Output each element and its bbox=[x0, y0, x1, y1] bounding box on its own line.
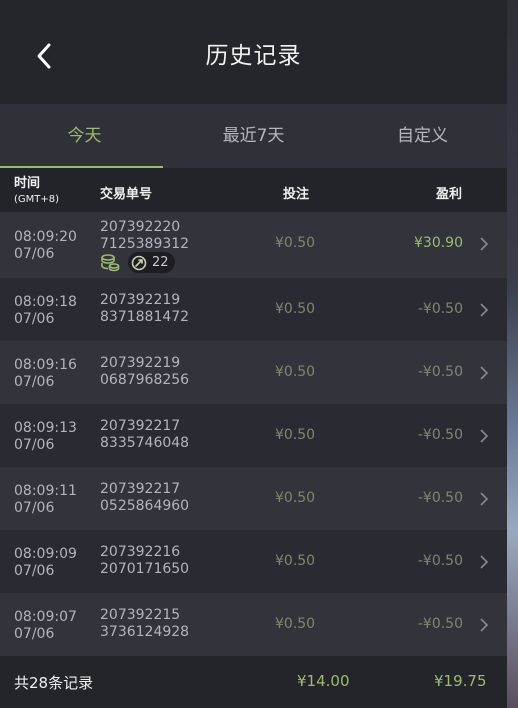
record-order-line1: 207392219 bbox=[100, 292, 181, 308]
record-time-value: 08:09:18 bbox=[14, 294, 77, 310]
record-row[interactable]: 08:09:07 07/06 207392215 3736124928 ¥0.5… bbox=[0, 593, 507, 656]
free-spin-badge: 22 bbox=[128, 252, 175, 273]
record-row[interactable]: 08:09:20 07/06 207392220 7125389312 22 ¥… bbox=[0, 212, 507, 278]
record-order-line1: 207392217 bbox=[100, 481, 181, 497]
record-date-value: 07/06 bbox=[14, 563, 55, 579]
record-date-value: 07/06 bbox=[14, 311, 55, 327]
record-date-value: 07/06 bbox=[14, 500, 55, 516]
record-order: 207392215 3736124928 bbox=[100, 607, 189, 641]
record-date-value: 07/06 bbox=[14, 626, 55, 642]
refresh-icon bbox=[131, 255, 147, 270]
record-order: 207392219 0687968256 bbox=[100, 355, 189, 389]
record-profit: -¥0.50 bbox=[417, 301, 463, 317]
record-date-value: 07/06 bbox=[14, 374, 55, 390]
history-panel: 历史记录 今天 最近7天 自定义 时间 (GMT+8) 交易单号 投注 盈利 0… bbox=[0, 0, 507, 708]
total-records-label: 共28条记录 bbox=[14, 674, 94, 692]
total-bet: ¥14.00 bbox=[297, 672, 350, 690]
coins-icon bbox=[101, 253, 120, 271]
page-title: 历史记录 bbox=[205, 43, 302, 69]
record-bet: ¥0.50 bbox=[275, 364, 316, 380]
record-row[interactable]: 08:09:09 07/06 207392216 2070171650 ¥0.5… bbox=[0, 530, 507, 593]
record-profit: -¥0.50 bbox=[417, 490, 463, 506]
record-bet: ¥0.50 bbox=[275, 301, 316, 317]
column-bet: 投注 bbox=[283, 187, 310, 202]
record-time-value: 08:09:09 bbox=[14, 546, 77, 562]
record-order-line2: 0525864960 bbox=[100, 498, 190, 514]
record-profit: ¥30.90 bbox=[414, 235, 463, 251]
record-order: 207392220 7125389312 bbox=[100, 219, 189, 253]
record-order-line1: 207392216 bbox=[100, 544, 181, 560]
record-bet: ¥0.50 bbox=[275, 427, 316, 443]
record-row[interactable]: 08:09:13 07/06 207392217 8335746048 ¥0.5… bbox=[0, 404, 507, 467]
record-time: 08:09:20 07/06 bbox=[14, 229, 77, 263]
record-order-line2: 8371881472 bbox=[100, 309, 190, 325]
record-bet: ¥0.50 bbox=[275, 235, 316, 251]
record-order-line2: 2070171650 bbox=[100, 561, 190, 577]
record-time-value: 08:09:11 bbox=[14, 483, 77, 499]
background-edge bbox=[507, 0, 518, 708]
record-date-value: 07/06 bbox=[14, 437, 55, 453]
record-order: 207392216 2070171650 bbox=[100, 544, 189, 578]
record-time-value: 08:09:20 bbox=[14, 229, 77, 245]
column-profit: 盈利 bbox=[436, 187, 463, 202]
record-icons: 22 bbox=[100, 252, 175, 273]
record-order-line1: 207392217 bbox=[100, 418, 181, 434]
record-time: 08:09:09 07/06 bbox=[14, 546, 77, 580]
tab-bar: 今天 最近7天 自定义 bbox=[0, 104, 507, 168]
record-row[interactable]: 08:09:16 07/06 207392219 0687968256 ¥0.5… bbox=[0, 341, 507, 404]
chevron-right-icon bbox=[480, 492, 489, 506]
record-time: 08:09:07 07/06 bbox=[14, 609, 77, 643]
record-time: 08:09:18 07/06 bbox=[14, 294, 77, 328]
record-date-value: 07/06 bbox=[14, 246, 55, 262]
record-row[interactable]: 08:09:11 07/06 207392217 0525864960 ¥0.5… bbox=[0, 467, 507, 530]
tab-custom[interactable]: 自定义 bbox=[338, 104, 507, 168]
column-time-label: 时间 bbox=[14, 176, 41, 191]
chevron-right-icon bbox=[480, 237, 489, 251]
record-time: 08:09:16 07/06 bbox=[14, 357, 77, 391]
record-order: 207392217 8335746048 bbox=[100, 418, 189, 452]
record-bet: ¥0.50 bbox=[275, 553, 316, 569]
record-bet: ¥0.50 bbox=[275, 490, 316, 506]
record-time-value: 08:09:13 bbox=[14, 420, 77, 436]
record-time: 08:09:13 07/06 bbox=[14, 420, 77, 454]
chevron-right-icon bbox=[480, 618, 489, 632]
record-order-line2: 3736124928 bbox=[100, 624, 190, 640]
column-order: 交易单号 bbox=[100, 187, 153, 202]
record-time-value: 08:09:07 bbox=[14, 609, 77, 625]
column-header: 时间 (GMT+8) 交易单号 投注 盈利 bbox=[0, 168, 507, 212]
summary-footer: 共28条记录 ¥14.00 ¥19.75 bbox=[0, 656, 507, 708]
record-order-line1: 207392215 bbox=[100, 607, 181, 623]
record-order-line1: 207392220 bbox=[100, 219, 181, 235]
record-order-line2: 8335746048 bbox=[100, 435, 190, 451]
record-order: 207392219 8371881472 bbox=[100, 292, 189, 326]
record-profit: -¥0.50 bbox=[417, 553, 463, 569]
record-profit: -¥0.50 bbox=[417, 427, 463, 443]
chevron-right-icon bbox=[480, 429, 489, 443]
chevron-right-icon bbox=[480, 555, 489, 569]
column-timezone-label: (GMT+8) bbox=[14, 194, 60, 205]
record-row[interactable]: 08:09:18 07/06 207392219 8371881472 ¥0.5… bbox=[0, 278, 507, 341]
free-spin-count: 22 bbox=[152, 255, 169, 270]
chevron-right-icon bbox=[480, 366, 489, 380]
total-profit: ¥19.75 bbox=[434, 672, 487, 690]
record-order-line2: 7125389312 bbox=[100, 236, 190, 252]
record-order-line2: 0687968256 bbox=[100, 372, 190, 388]
record-profit: -¥0.50 bbox=[417, 616, 463, 632]
record-time-value: 08:09:16 bbox=[14, 357, 77, 373]
records-list: 08:09:20 07/06 207392220 7125389312 22 ¥… bbox=[0, 212, 507, 656]
tab-today[interactable]: 今天 bbox=[0, 104, 169, 168]
chevron-right-icon bbox=[480, 303, 489, 317]
tab-last-7-days[interactable]: 最近7天 bbox=[169, 104, 338, 168]
record-bet: ¥0.50 bbox=[275, 616, 316, 632]
header-bar: 历史记录 bbox=[0, 0, 507, 104]
record-order: 207392217 0525864960 bbox=[100, 481, 189, 515]
record-profit: -¥0.50 bbox=[417, 364, 463, 380]
record-order-line1: 207392219 bbox=[100, 355, 181, 371]
record-time: 08:09:11 07/06 bbox=[14, 483, 77, 517]
column-time: 时间 (GMT+8) bbox=[14, 177, 59, 207]
